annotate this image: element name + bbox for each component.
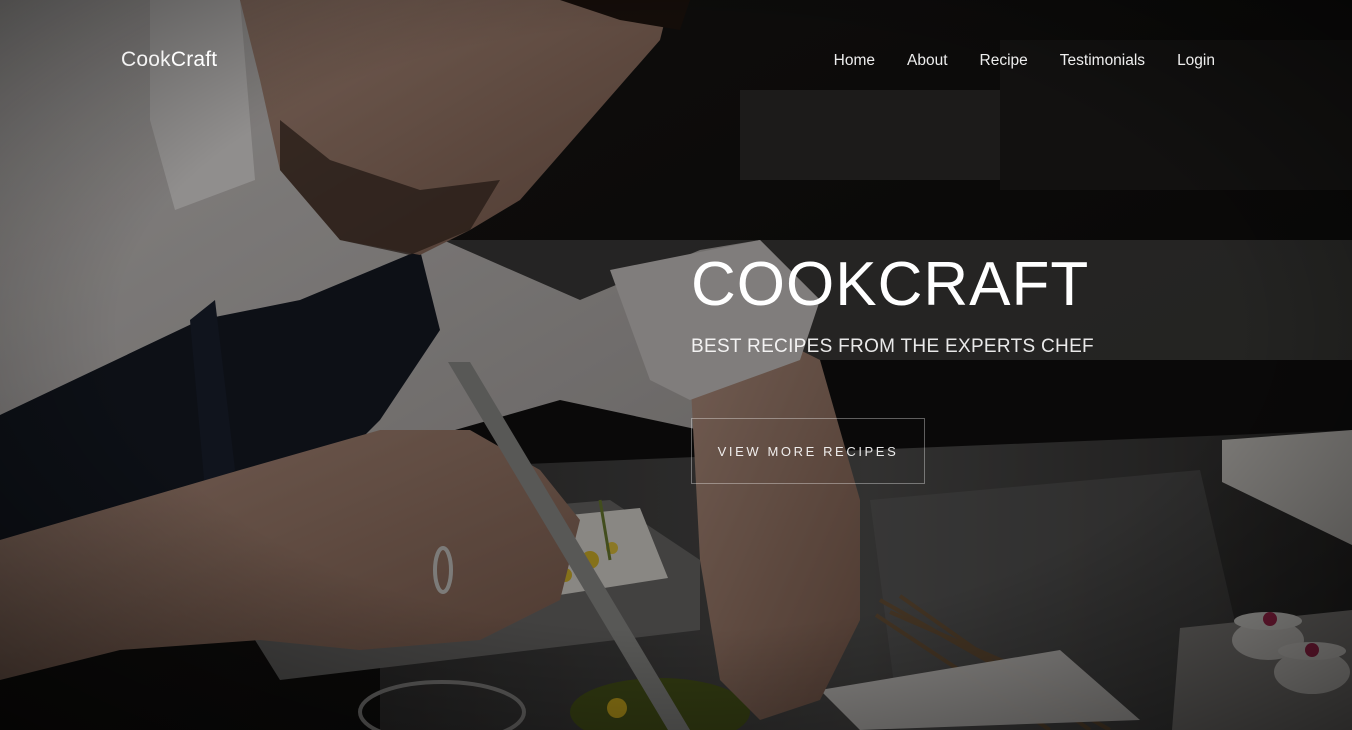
- brand-bold: Craft: [170, 48, 218, 71]
- hero-title: COOKCRAFT: [691, 250, 1090, 319]
- brand-logo[interactable]: CookCraft: [121, 48, 217, 72]
- hero-subtitle: BEST RECIPES FROM THE EXPERTS CHEF: [691, 336, 1094, 357]
- nav-link-testimonials[interactable]: Testimonials: [1060, 52, 1145, 70]
- nav-link-login[interactable]: Login: [1177, 52, 1215, 70]
- nav-link-about[interactable]: About: [907, 52, 948, 70]
- brand-light: Cook: [121, 48, 171, 71]
- nav-link-home[interactable]: Home: [834, 52, 875, 70]
- view-more-recipes-button[interactable]: VIEW MORE RECIPES: [691, 418, 925, 484]
- hero-copy: COOKCRAFT BEST RECIPES FROM THE EXPERTS …: [691, 248, 1094, 484]
- top-navbar: CookCraft Home About Recipe Testimonials…: [0, 0, 1352, 124]
- hero-section: CookCraft Home About Recipe Testimonials…: [0, 0, 1352, 730]
- nav-menu: Home About Recipe Testimonials Login: [834, 52, 1215, 70]
- nav-link-recipe[interactable]: Recipe: [980, 52, 1028, 70]
